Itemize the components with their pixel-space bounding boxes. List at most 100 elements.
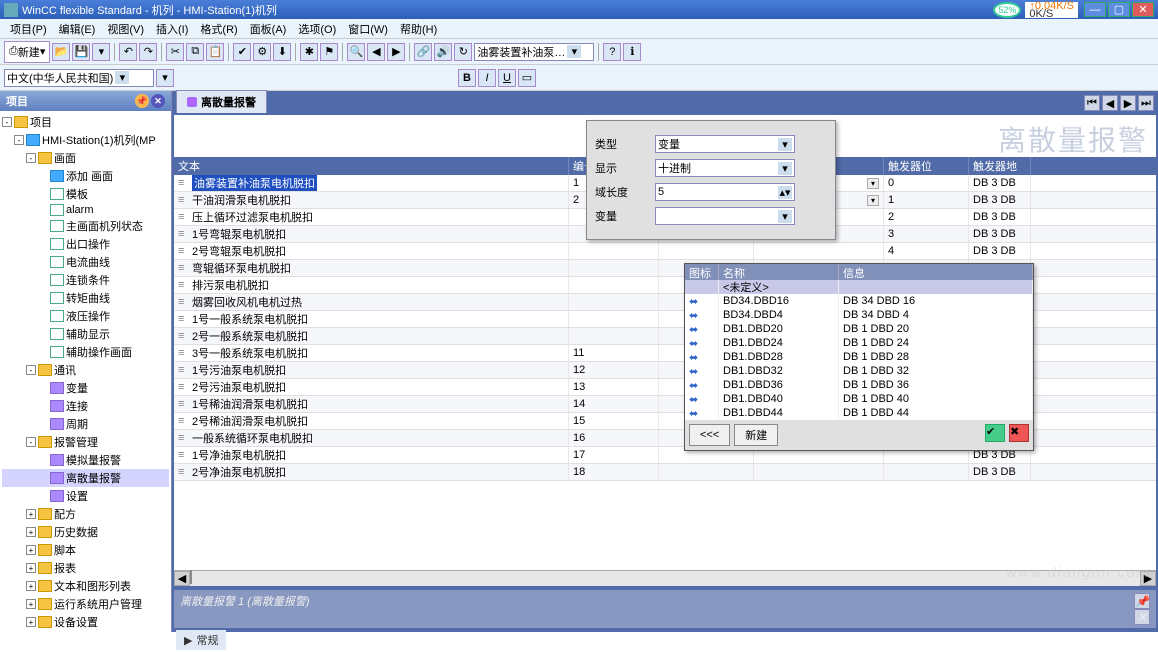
whatsthis-icon[interactable]: ℹ <box>623 43 641 61</box>
grid-cell[interactable]: ≡1号弯辊泵电机脱扣 <box>174 226 569 242</box>
grid-row[interactable]: ≡2号净油泵电机脱扣18DB 3 DB <box>174 464 1156 481</box>
nav-fwd-icon[interactable]: ▶ <box>387 43 405 61</box>
sidebar-pin-icon[interactable]: 📌 <box>135 94 149 108</box>
nav-back-icon[interactable]: ◀ <box>367 43 385 61</box>
grid-cell[interactable] <box>659 243 754 259</box>
object-combo[interactable]: 油雾装置补油泵…▾ <box>474 43 594 61</box>
grid-cell[interactable]: 15 <box>569 413 659 429</box>
italic-button[interactable]: I <box>478 69 496 87</box>
grid-cell[interactable]: 13 <box>569 379 659 395</box>
tree-node[interactable]: 离散量报警 <box>2 469 169 487</box>
grid-cell[interactable]: DB 3 DB <box>969 226 1031 242</box>
list-row[interactable]: ⬌DB1.DBD32DB 1 DBD 32 <box>685 364 1033 378</box>
open-icon[interactable]: 📂 <box>52 43 70 61</box>
grid-cell[interactable]: ≡一般系统循环泵电机脱扣 <box>174 430 569 446</box>
grid-col-header[interactable]: 触发器地 <box>969 157 1031 175</box>
lang-tool-icon[interactable]: ▾ <box>156 69 174 87</box>
check-icon[interactable]: ✔ <box>233 43 251 61</box>
properties-tab-general[interactable]: ▶ 常规 <box>176 630 226 650</box>
redo-icon[interactable]: ↷ <box>139 43 157 61</box>
grid-cell[interactable]: 1 <box>884 192 969 208</box>
grid-cell[interactable]: 11 <box>569 345 659 361</box>
sidebar-close-icon[interactable]: ✕ <box>151 94 165 108</box>
grid-cell[interactable]: DB 3 DB <box>969 175 1031 191</box>
audio-icon[interactable]: 🔊 <box>434 43 452 61</box>
grid-cell[interactable] <box>569 294 659 310</box>
grid-cell[interactable] <box>754 243 884 259</box>
grid-cell[interactable]: ≡油雾装置补油泵电机脱扣 <box>174 175 569 191</box>
minimize-button[interactable]: — <box>1084 2 1106 17</box>
undo-icon[interactable]: ↶ <box>119 43 137 61</box>
menu-item[interactable]: 项目(P) <box>4 19 53 39</box>
grid-cell[interactable]: ≡3号一般系统泵电机脱扣 <box>174 345 569 361</box>
list-row[interactable]: ⬌DB1.DBD36DB 1 DBD 36 <box>685 378 1033 392</box>
grid-row[interactable]: ≡2号弯辊泵电机脱扣4DB 3 DB <box>174 243 1156 260</box>
tree-node[interactable]: -画面 <box>2 149 169 167</box>
grid-cell[interactable]: ≡干油润滑泵电机脱扣 <box>174 192 569 208</box>
help-icon[interactable]: ? <box>603 43 621 61</box>
grid-cell[interactable] <box>569 311 659 327</box>
grid-cell[interactable]: ≡1号稀油润滑泵电机脱扣 <box>174 396 569 412</box>
grid-cell[interactable] <box>569 277 659 293</box>
grid-cell[interactable] <box>884 464 969 480</box>
tree-node[interactable]: alarm <box>2 203 169 217</box>
menu-item[interactable]: 插入(I) <box>150 19 194 39</box>
list-col-info[interactable]: 信息 <box>839 264 1033 280</box>
new-button[interactable]: ⎙ 新建 ▾ <box>4 41 50 63</box>
grid-cell[interactable]: 17 <box>569 447 659 463</box>
tree-node[interactable]: +设备设置 <box>2 613 169 631</box>
grid-cell[interactable]: ≡烟雾回收风机电机过热 <box>174 294 569 310</box>
tree-node[interactable]: 周期 <box>2 415 169 433</box>
grid-cell[interactable]: DB 3 DB <box>969 209 1031 225</box>
grid-cell[interactable] <box>569 328 659 344</box>
tab-discrete-alarms[interactable]: 离散量报警 <box>176 90 267 113</box>
menu-item[interactable]: 视图(V) <box>101 19 150 39</box>
grid-cell[interactable]: ≡1号一般系统泵电机脱扣 <box>174 311 569 327</box>
list-row[interactable]: ⬌DB1.DBD28DB 1 DBD 28 <box>685 350 1033 364</box>
project-tree[interactable]: -项目-HMI-Station(1)机列(MP-画面添加 画面模板alarm主画… <box>0 111 171 632</box>
tree-node[interactable]: 辅助操作画面 <box>2 343 169 361</box>
save-icon[interactable]: 💾 <box>72 43 90 61</box>
grid-cell[interactable]: 2 <box>884 209 969 225</box>
grid-cell[interactable]: ≡2号稀油润滑泵电机脱扣 <box>174 413 569 429</box>
list-row[interactable]: ⬌BD34.DBD16DB 34 DBD 16 <box>685 294 1033 308</box>
sync-icon[interactable]: ↻ <box>454 43 472 61</box>
grid-cell[interactable]: DB 3 DB <box>969 243 1031 259</box>
copy-icon[interactable]: ⧉ <box>186 43 204 61</box>
tree-node[interactable]: 连锁条件 <box>2 271 169 289</box>
tree-node[interactable]: +运行系统用户管理 <box>2 595 169 613</box>
cut-icon[interactable]: ✂ <box>166 43 184 61</box>
grid-cell[interactable] <box>659 464 754 480</box>
prop-close-icon[interactable]: ✕ <box>1134 609 1150 625</box>
close-button[interactable]: ✕ <box>1132 2 1154 17</box>
list-col-icon[interactable]: 图标 <box>685 264 719 280</box>
list-ok-button[interactable]: ✔ <box>985 424 1005 442</box>
maximize-button[interactable]: ▢ <box>1108 2 1130 17</box>
list-row[interactable]: ⬌BD34.DBD4DB 34 DBD 4 <box>685 308 1033 322</box>
tab-nav-next-icon[interactable]: ▶ <box>1120 95 1136 111</box>
menu-item[interactable]: 编辑(E) <box>53 19 102 39</box>
grid-cell[interactable]: ≡2号一般系统泵电机脱扣 <box>174 328 569 344</box>
tab-nav-last-icon[interactable]: ⏭ <box>1138 95 1154 111</box>
underline-button[interactable]: U <box>498 69 516 87</box>
grid-cell[interactable]: ≡压上循环过滤泵电机脱扣 <box>174 209 569 225</box>
tree-node[interactable]: +脚本 <box>2 541 169 559</box>
list-new-button[interactable]: 新建 <box>734 424 778 446</box>
grid-col-header[interactable]: 触发器位 <box>884 157 969 175</box>
grid-cell[interactable]: 12 <box>569 362 659 378</box>
tree-node[interactable]: +报表 <box>2 559 169 577</box>
tree-node[interactable]: +配方 <box>2 505 169 523</box>
grid-cell[interactable]: ≡2号净油泵电机脱扣 <box>174 464 569 480</box>
list-back-button[interactable]: <<< <box>689 424 730 446</box>
compile-icon[interactable]: ⚙ <box>253 43 271 61</box>
saveall-icon[interactable]: ▾ <box>92 43 110 61</box>
grid-cell[interactable] <box>754 464 884 480</box>
grid-cell[interactable]: 18 <box>569 464 659 480</box>
prop-pin-icon[interactable]: 📌 <box>1134 593 1150 609</box>
find-icon[interactable]: 🔍 <box>347 43 365 61</box>
tab-nav-prev-icon[interactable]: ◀ <box>1102 95 1118 111</box>
menu-item[interactable]: 窗口(W) <box>342 19 394 39</box>
list-cancel-button[interactable]: ✖ <box>1009 424 1029 442</box>
grid-cell[interactable]: ≡2号污油泵电机脱扣 <box>174 379 569 395</box>
tree-node[interactable]: 液压操作 <box>2 307 169 325</box>
